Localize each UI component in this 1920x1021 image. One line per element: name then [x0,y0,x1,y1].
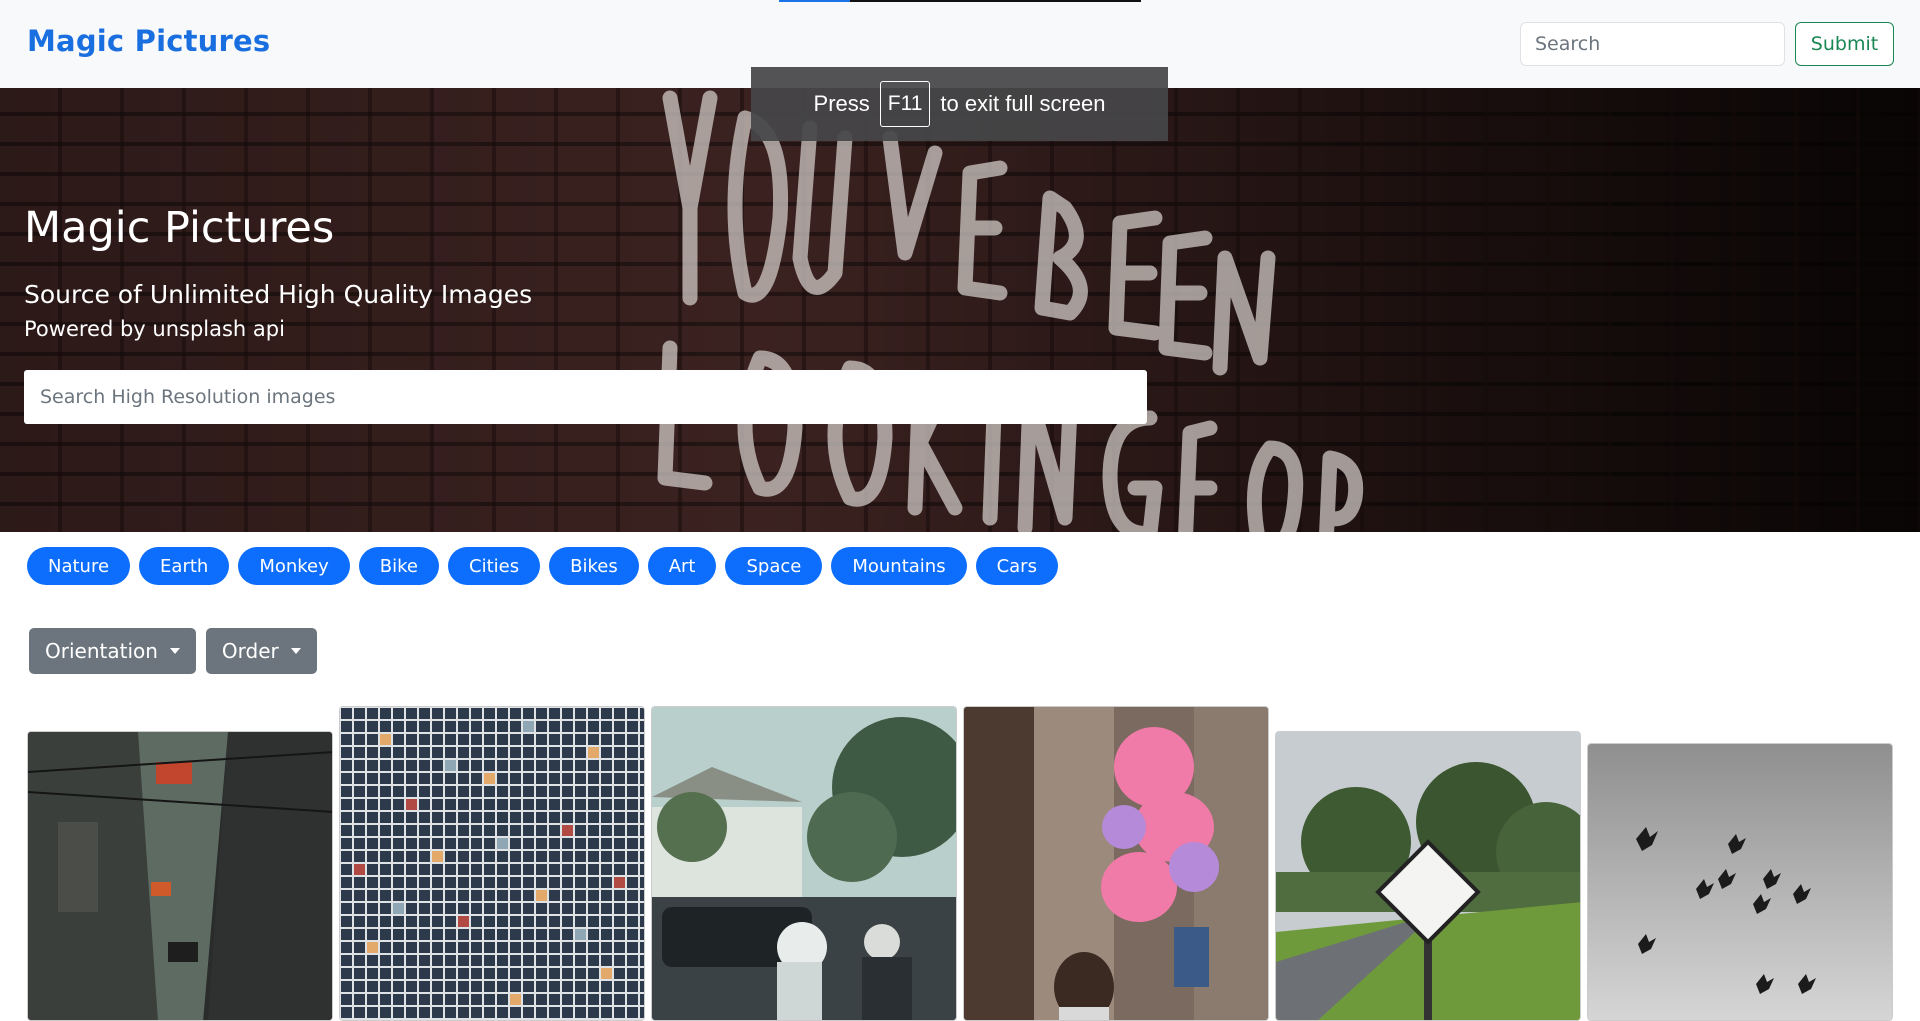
gallery-image-card[interactable] [651,706,957,1021]
navbar-search-input[interactable] [1520,22,1785,66]
neon-sign-image [657,90,1364,532]
gallery-image-card[interactable] [27,731,333,1021]
gallery-image-card[interactable] [963,706,1269,1021]
birds-photo [1588,744,1892,1020]
tag-cities[interactable]: Cities [448,547,541,585]
orientation-label: Orientation [45,639,158,663]
caret-down-icon [290,648,301,654]
mosaic-photo [340,707,644,1020]
filter-dropdowns: Orientation Order [29,628,317,674]
road-sign-photo [1276,732,1580,1020]
hero-banner: Magic Pictures Source of Unlimited High … [0,88,1920,532]
tag-nature[interactable]: Nature [27,547,131,585]
fullscreen-exit-toast: Press F11 to exit full screen [751,67,1168,141]
tag-monkey[interactable]: Monkey [238,547,350,585]
caret-down-icon [169,648,180,654]
tag-art[interactable]: Art [647,547,717,585]
tag-earth[interactable]: Earth [139,547,230,585]
tag-bike[interactable]: Bike [358,547,440,585]
order-label: Order [221,639,279,663]
hero-search-input[interactable] [24,370,1147,424]
brand-link[interactable]: Magic Pictures [27,24,270,58]
tag-space[interactable]: Space [725,547,823,585]
hero-subtitle: Source of Unlimited High Quality Images [24,280,533,309]
gallery-image-card[interactable] [1587,743,1893,1021]
tag-mountains[interactable]: Mountains [831,547,967,585]
gallery-image-card[interactable] [339,706,645,1021]
tag-bikes[interactable]: Bikes [549,547,639,585]
toast-prefix: Press [813,91,870,116]
tag-list: Nature Earth Monkey Bike Cities Bikes Ar… [27,547,1058,585]
tag-cars[interactable]: Cars [975,547,1058,585]
fullscreen-indicator-bar [779,0,1141,2]
street-photo [652,707,956,1020]
toast-suffix: to exit full screen [940,91,1106,116]
order-dropdown[interactable]: Order [205,628,317,674]
cotton-candy-photo [964,707,1268,1020]
orientation-dropdown[interactable]: Orientation [29,628,196,674]
gallery-image-card[interactable] [1275,731,1581,1021]
f11-key-badge: F11 [879,81,931,127]
hero-powered-by: Powered by unsplash api [24,317,285,341]
alley-photo [28,732,332,1020]
hero-title: Magic Pictures [24,203,335,253]
submit-button[interactable]: Submit [1795,22,1894,66]
